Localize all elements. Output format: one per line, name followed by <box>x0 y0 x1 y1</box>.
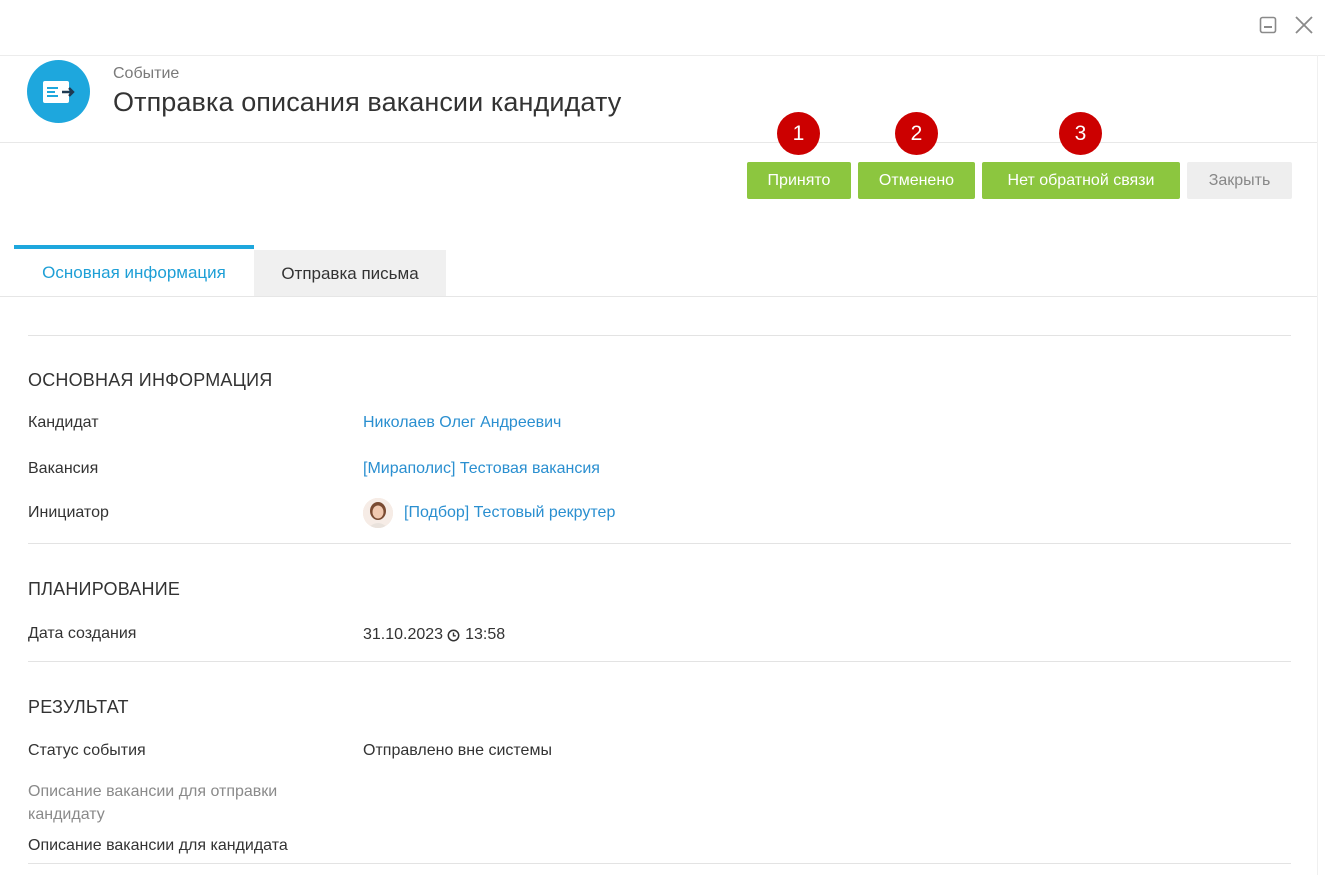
candidate-row: Кандидат Николаев Олег Андреевич <box>28 414 1291 432</box>
status-value: Отправлено вне системы <box>363 742 552 759</box>
avatar <box>363 498 393 528</box>
section-title-result: РЕЗУЛЬТАТ <box>28 697 129 717</box>
event-header: Событие Отправка описания вакансии канди… <box>27 60 621 123</box>
annotation-badge-1: 1 <box>777 112 820 155</box>
description-send-label: Описание вакансии для отправки кандидату <box>28 783 278 823</box>
event-details: ОСНОВНАЯ ИНФОРМАЦИЯ Кандидат Николаев Ол… <box>28 335 1291 864</box>
tabs-divider <box>0 296 1317 297</box>
section-divider <box>28 661 1291 662</box>
initiator-link[interactable]: [Подбор] Тестовый рекрутер <box>404 504 615 522</box>
status-row: Статус события Отправлено вне системы <box>28 742 1291 760</box>
close-button[interactable]: Закрыть <box>1187 162 1292 199</box>
initiator-label: Инициатор <box>28 504 109 521</box>
tab-main-info[interactable]: Основная информация <box>14 245 254 297</box>
tab-bar: Основная информация Отправка письма <box>14 245 446 297</box>
header-divider <box>0 142 1317 143</box>
created-date-value: 31.10.2023 <box>363 626 444 643</box>
close-icon[interactable] <box>1293 14 1315 36</box>
description-candidate-label: Описание вакансии для кандидата <box>28 837 288 854</box>
page-title: Отправка описания вакансии кандидату <box>113 87 622 117</box>
candidate-label: Кандидат <box>28 414 99 431</box>
annotation-badge-2: 2 <box>895 112 938 155</box>
scrollbar[interactable] <box>1317 55 1325 875</box>
clock-icon <box>447 629 460 642</box>
status-label: Статус события <box>28 742 146 759</box>
tab-send-letter[interactable]: Отправка письма <box>254 250 446 297</box>
section-divider <box>28 543 1291 544</box>
action-buttons: Принято Отменено Нет обратной связи Закр… <box>747 162 1292 199</box>
description-candidate-row: Описание вакансии для кандидата <box>28 837 1291 855</box>
no-feedback-button[interactable]: Нет обратной связи <box>982 162 1180 199</box>
window-controls <box>1257 14 1315 36</box>
vacancy-row: Вакансия [Мираполис] Тестовая вакансия <box>28 460 1291 478</box>
created-time-value: 13:58 <box>465 626 506 643</box>
description-send-row: Описание вакансии для отправки кандидату <box>28 780 1291 826</box>
event-type-label: Событие <box>113 65 180 82</box>
section-divider <box>28 863 1291 864</box>
section-divider <box>28 335 1291 336</box>
top-divider <box>0 55 1325 56</box>
minimize-icon[interactable] <box>1257 14 1279 36</box>
candidate-link[interactable]: Николаев Олег Андреевич <box>363 414 561 432</box>
created-date-label: Дата создания <box>28 624 137 642</box>
cancelled-button[interactable]: Отменено <box>858 162 975 199</box>
vacancy-label: Вакансия <box>28 460 99 477</box>
section-title-planning: ПЛАНИРОВАНИЕ <box>28 579 181 599</box>
annotation-badge-3: 3 <box>1059 112 1102 155</box>
vacancy-link[interactable]: [Мираполис] Тестовая вакансия <box>363 460 600 478</box>
created-date-row: Дата создания 31.10.2023 13:58 <box>28 623 1291 644</box>
initiator-row: Инициатор [Подбор] Тестовый рекрутер <box>28 498 1291 528</box>
accepted-button[interactable]: Принято <box>747 162 851 199</box>
section-title-main: ОСНОВНАЯ ИНФОРМАЦИЯ <box>28 370 273 390</box>
event-ticket-icon <box>27 60 90 123</box>
